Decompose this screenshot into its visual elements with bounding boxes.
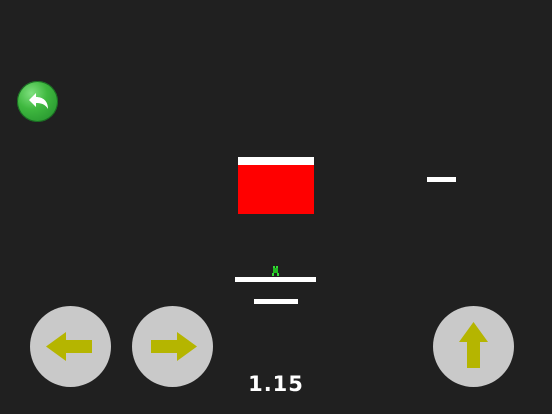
platform-low bbox=[254, 299, 298, 304]
jump-button[interactable] bbox=[433, 306, 514, 387]
back-button[interactable] bbox=[17, 81, 58, 122]
arrow-up-icon bbox=[459, 322, 488, 368]
back-arrow-icon bbox=[29, 93, 48, 109]
platform-middle bbox=[235, 277, 316, 282]
level-timer: 1.15 bbox=[248, 372, 304, 396]
platform-right bbox=[427, 177, 456, 182]
arrow-right-icon bbox=[151, 332, 197, 361]
move-left-button[interactable] bbox=[30, 306, 111, 387]
move-right-button[interactable] bbox=[132, 306, 213, 387]
platform-top bbox=[238, 157, 314, 165]
player-character bbox=[272, 266, 279, 276]
arrow-left-icon bbox=[46, 332, 92, 361]
game-stage: 1.15 bbox=[0, 0, 552, 414]
red-block bbox=[238, 165, 314, 214]
